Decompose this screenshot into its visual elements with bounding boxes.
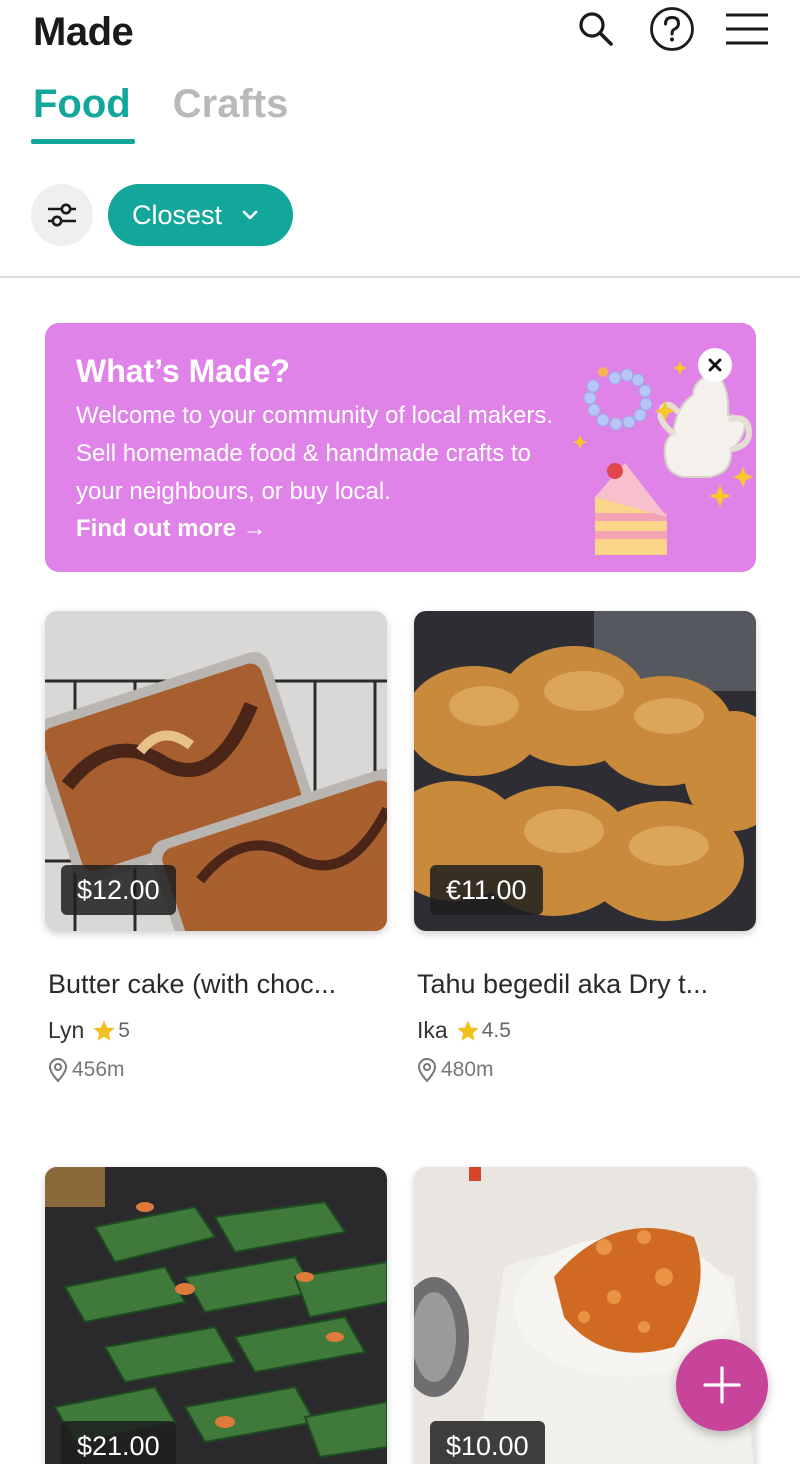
location-pin-icon [416, 1057, 438, 1083]
app-title: Made [33, 10, 134, 54]
banner-title: What’s Made? [76, 353, 290, 389]
seller-rating: 5 [118, 1018, 130, 1042]
search-icon[interactable] [572, 5, 620, 53]
star-icon [456, 1019, 480, 1043]
tab-food[interactable]: Food [31, 82, 135, 144]
plus-icon [703, 1366, 741, 1404]
divider [0, 276, 800, 278]
seller-name: Lyn [48, 1017, 85, 1043]
chevron-down-icon [242, 209, 258, 221]
price-tag: $21.00 [61, 1421, 176, 1464]
filter-button[interactable] [31, 184, 93, 246]
category-tabs: Food Crafts [31, 82, 289, 146]
seller-info: Ika 4.5 [417, 1017, 511, 1044]
sort-label: Closest [132, 199, 223, 230]
product-card[interactable]: $21.00 [45, 1167, 387, 1464]
seller-rating: 4.5 [481, 1018, 511, 1042]
price-tag: $10.00 [430, 1421, 545, 1464]
product-title: Tahu begedil aka Dry t... [417, 969, 709, 999]
close-icon [708, 358, 722, 372]
product-title: Butter cake (with choc... [48, 969, 337, 999]
product-image[interactable]: $12.00 [45, 611, 387, 931]
seller-name: Ika [417, 1017, 448, 1043]
help-icon[interactable] [648, 5, 696, 53]
banner-text: Welcome to your community of local maker… [76, 402, 554, 505]
product-card[interactable]: $12.00 Butter cake (with choc... Lyn 5 4… [45, 611, 387, 1083]
close-banner-button[interactable] [698, 348, 732, 382]
price-tag: €11.00 [430, 865, 543, 915]
tab-crafts[interactable]: Crafts [173, 82, 289, 138]
product-image[interactable]: $21.00 [45, 1167, 387, 1464]
sliders-icon [48, 203, 76, 227]
star-icon [92, 1019, 116, 1043]
app-header: Made [0, 0, 800, 70]
otak-otak-photo [45, 1167, 387, 1464]
add-listing-button[interactable] [676, 1339, 768, 1431]
product-image[interactable]: €11.00 [414, 611, 756, 931]
distance-info: 480m [416, 1057, 494, 1083]
seller-info: Lyn 5 [48, 1017, 130, 1044]
find-out-more-link[interactable]: Find out more → [76, 515, 267, 543]
location-pin-icon [47, 1057, 69, 1083]
distance-info: 456m [47, 1057, 125, 1083]
sort-dropdown[interactable]: Closest [108, 184, 293, 246]
distance-value: 480m [441, 1058, 494, 1081]
product-card[interactable]: €11.00 Tahu begedil aka Dry t... Ika 4.5… [414, 611, 756, 1083]
menu-icon[interactable] [723, 5, 771, 53]
promo-banner: What’s Made? Welcome to your community o… [45, 323, 756, 572]
price-tag: $12.00 [61, 865, 176, 915]
distance-value: 456m [72, 1058, 125, 1081]
